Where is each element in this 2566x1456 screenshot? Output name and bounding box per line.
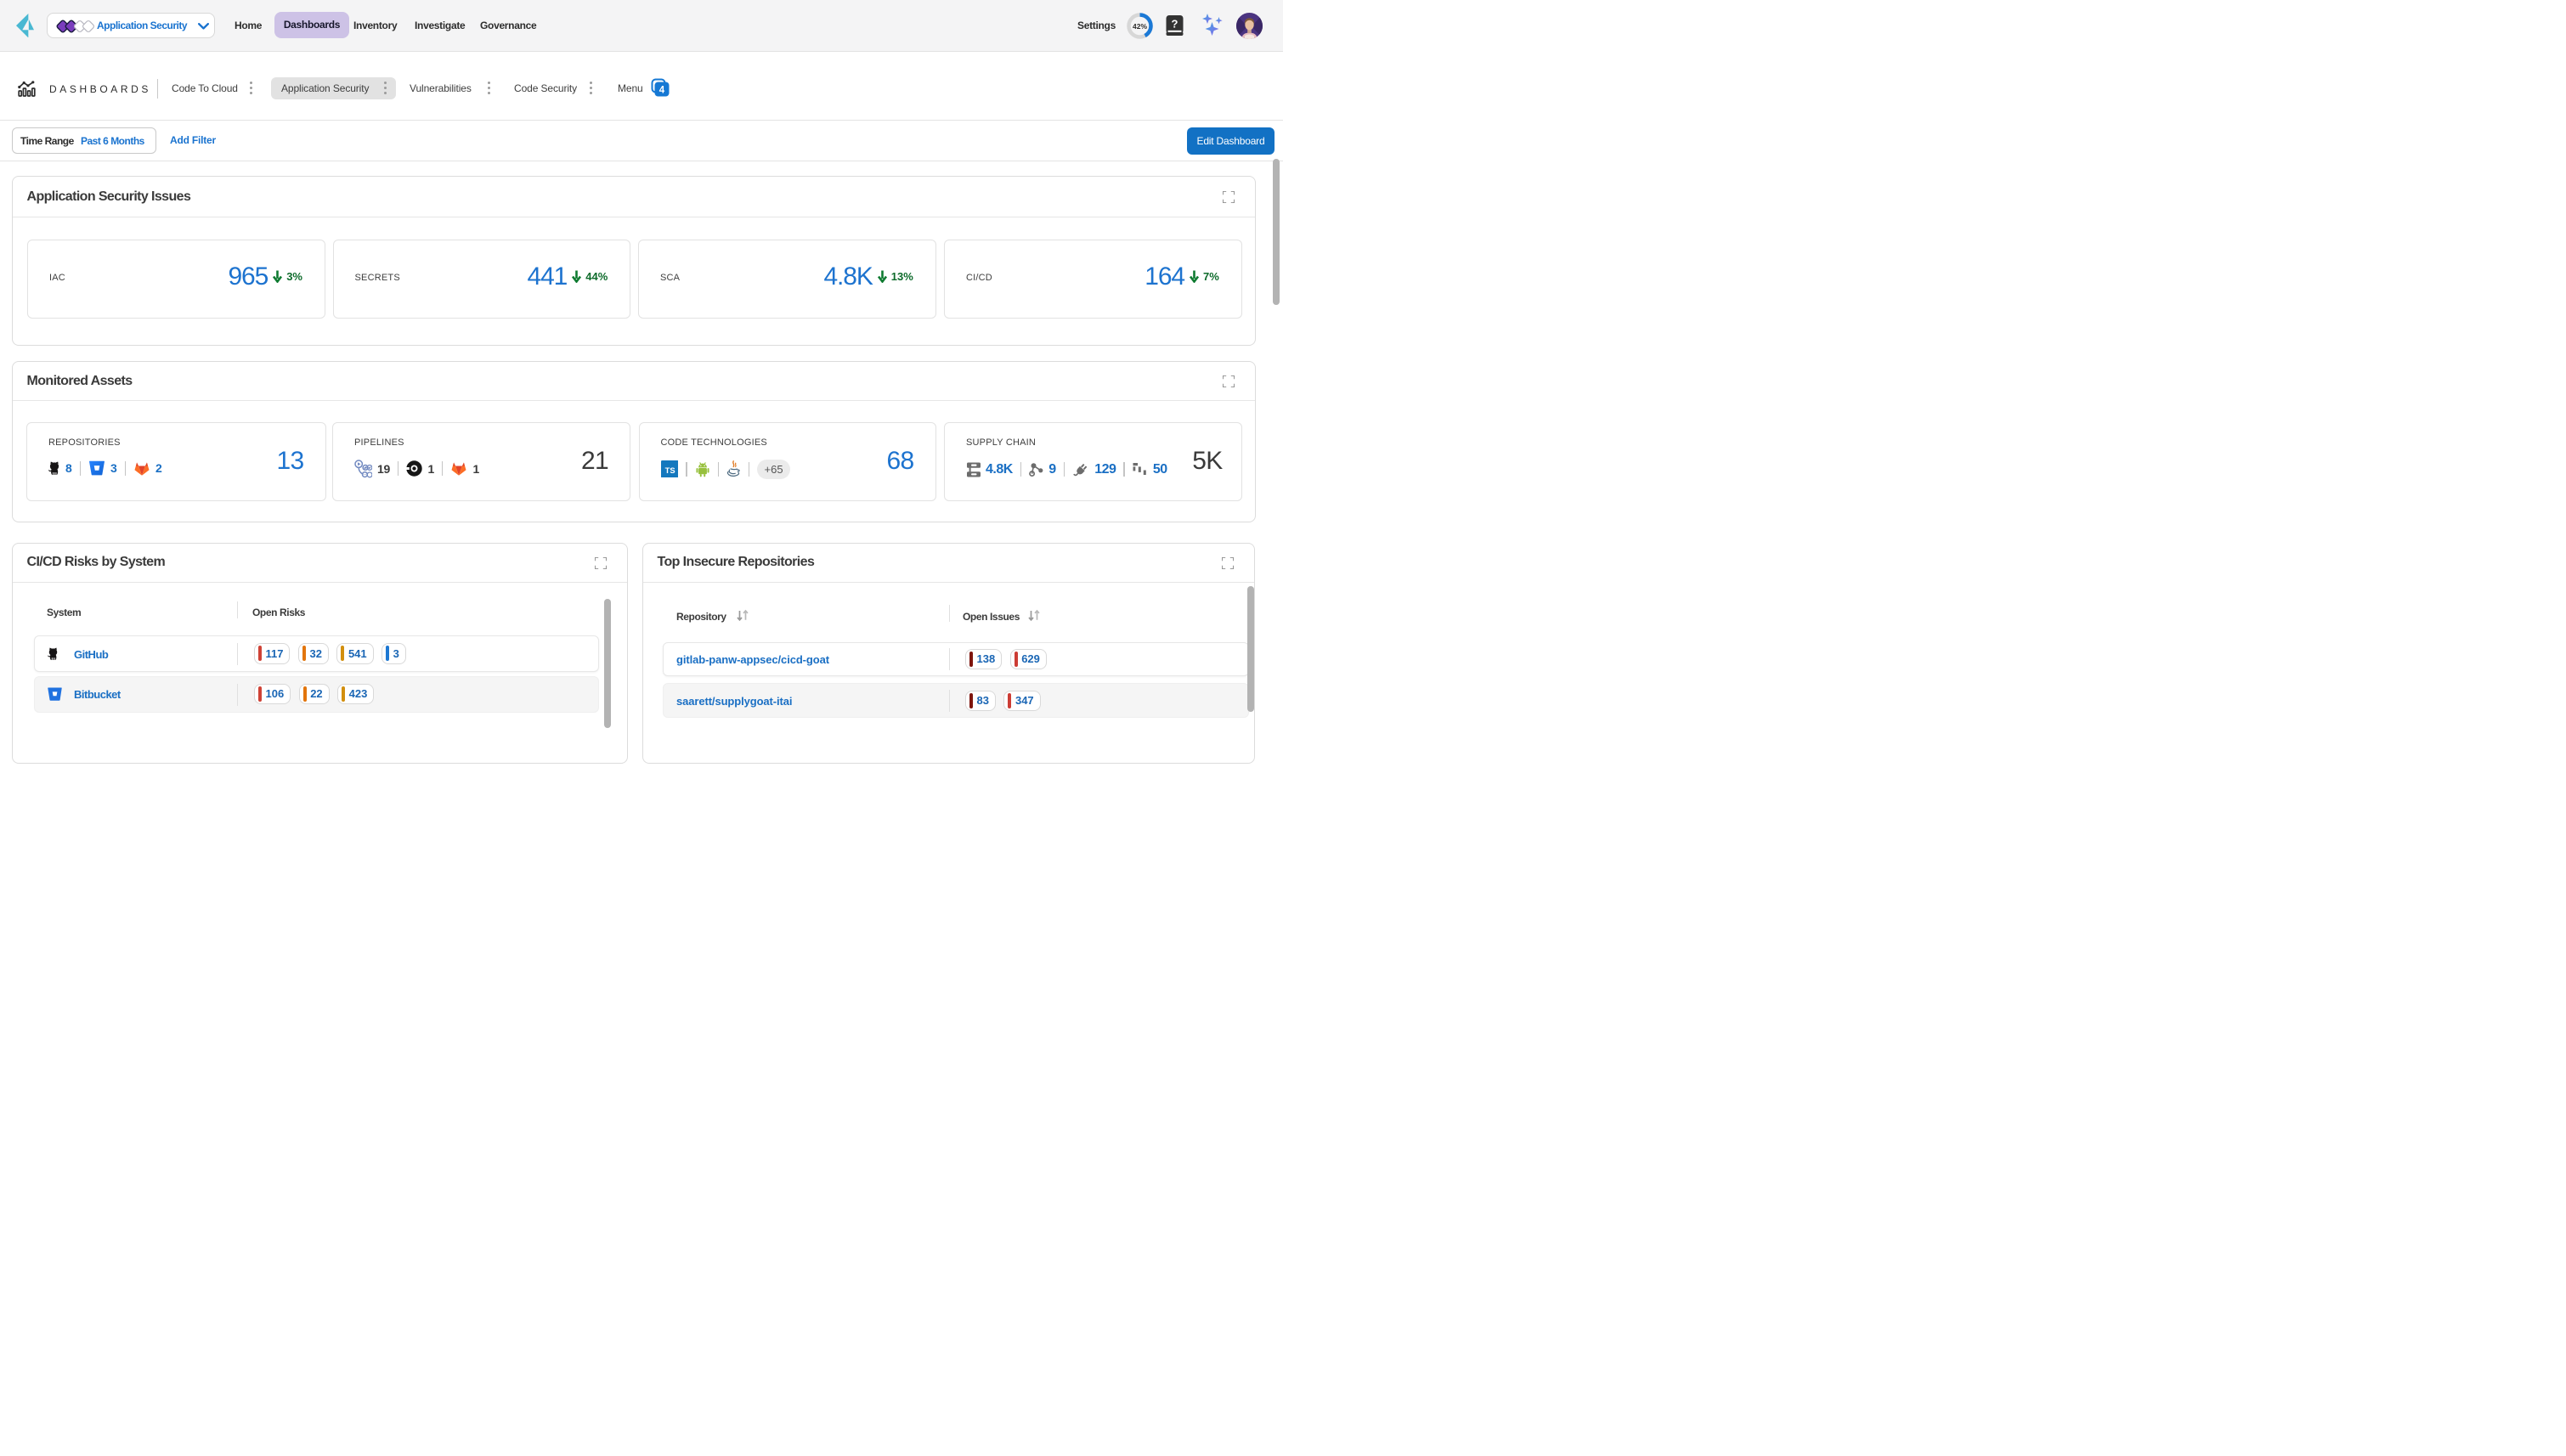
svg-text:?: ? [1172, 18, 1178, 31]
svg-text:42%: 42% [1133, 22, 1147, 31]
svg-text:TS: TS [664, 466, 675, 475]
svg-text:4: 4 [659, 86, 665, 96]
